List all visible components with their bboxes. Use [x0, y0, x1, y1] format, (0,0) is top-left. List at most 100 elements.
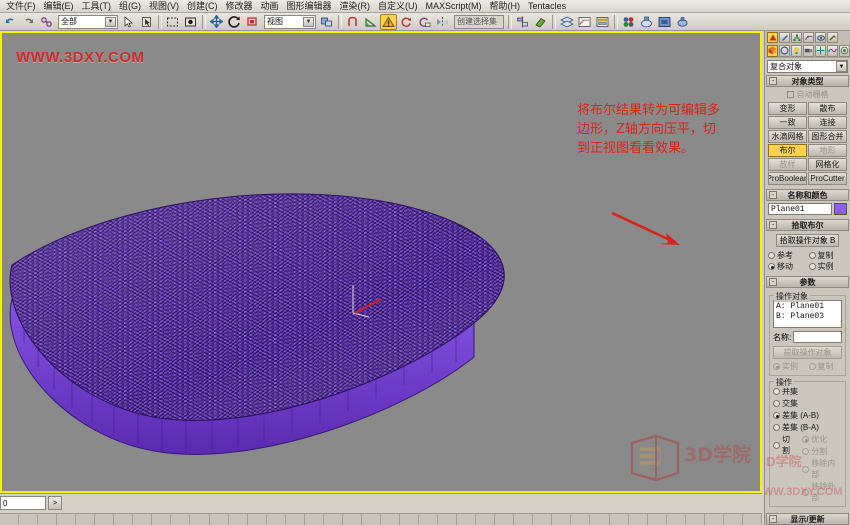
edit-named-selection-button[interactable] [416, 14, 433, 30]
morph-button[interactable]: 变形 [768, 102, 807, 115]
remove-inside-radio[interactable]: 移除内部 [802, 458, 842, 480]
select-and-scale-button[interactable] [244, 14, 261, 30]
helpers-cat[interactable] [815, 44, 826, 57]
percent-snap-button[interactable] [380, 13, 397, 30]
menu-item-views[interactable]: 视图(V) [145, 1, 183, 12]
operands-list[interactable]: A: Plane01 B: Plane03 [773, 300, 842, 328]
radio-icon[interactable] [773, 388, 780, 395]
rollout-parameters-header[interactable]: - 参数 [766, 276, 849, 288]
collapse-icon[interactable]: - [769, 515, 777, 523]
radio-icon[interactable] [773, 412, 780, 419]
instance-radio[interactable]: 实例 [808, 261, 848, 272]
schematic-view-button[interactable] [594, 14, 611, 30]
next-frame-button[interactable]: > [48, 496, 62, 510]
undo-button[interactable] [2, 14, 19, 30]
checkbox-icon[interactable] [786, 91, 794, 98]
viewport[interactable]: WWW.3DXY.COM 将布尔结果转为可编辑多边形，Z轴方向压平，切到正视图看… [0, 31, 762, 493]
loft-button[interactable]: 放样 [768, 158, 807, 171]
menu-item-maxscript[interactable]: MAXScript(M) [422, 1, 486, 12]
spinner-snap-button[interactable] [398, 14, 415, 30]
rollout-object-type-header[interactable]: - 对象类型 [766, 75, 849, 87]
select-region-button[interactable] [164, 14, 181, 30]
angle-snap-button[interactable] [362, 14, 379, 30]
radio-icon[interactable] [802, 448, 810, 455]
autogrid-checkbox[interactable]: 自动栅格 [768, 89, 847, 100]
subtraction-ba-radio[interactable]: 差集 (B-A) [773, 422, 842, 433]
utilities-tab[interactable] [827, 32, 838, 43]
boolean-button[interactable]: 布尔 [768, 144, 807, 157]
radio-icon[interactable] [768, 263, 775, 270]
chevron-down-icon[interactable]: ▼ [105, 16, 116, 27]
render-production-button[interactable] [674, 14, 691, 30]
redo-button[interactable] [20, 14, 37, 30]
copy-radio[interactable]: 复制 [808, 250, 848, 261]
boolean-result-mesh[interactable] [4, 181, 544, 491]
create-tab[interactable] [767, 32, 778, 43]
mesher-button[interactable]: 网格化 [808, 158, 847, 171]
geometry-cat[interactable] [767, 44, 778, 57]
radio-icon[interactable] [773, 441, 780, 449]
menu-item-animation[interactable]: 动画 [257, 1, 283, 12]
curve-editor-button[interactable] [576, 14, 593, 30]
transform-gizmo[interactable] [347, 283, 393, 327]
move-radio[interactable]: 移动 [768, 261, 807, 272]
cut-radio[interactable]: 切割 [773, 434, 797, 456]
extract-copy-radio[interactable]: 复制 [808, 361, 843, 372]
radio-icon[interactable] [773, 424, 780, 431]
operand-name-input[interactable] [793, 331, 842, 343]
pivot-center-button[interactable] [318, 14, 335, 30]
modify-tab[interactable] [779, 32, 790, 43]
radio-icon[interactable] [802, 488, 810, 496]
menu-item-customize[interactable]: 自定义(U) [374, 1, 422, 12]
lights-cat[interactable] [791, 44, 802, 57]
align-button[interactable] [514, 14, 531, 30]
motion-tab[interactable] [803, 32, 814, 43]
material-editor-button[interactable] [620, 14, 637, 30]
select-by-name-button[interactable] [138, 14, 155, 30]
display-tab[interactable] [815, 32, 826, 43]
render-setup-button[interactable] [638, 14, 655, 30]
shapemerge-button[interactable]: 图形合并 [808, 130, 847, 143]
menu-item-graph-editors[interactable]: 图形编辑器 [283, 1, 336, 12]
menu-item-tools[interactable]: 工具(T) [78, 1, 116, 12]
snap-toggle-button[interactable] [344, 14, 361, 30]
select-and-move-button[interactable] [208, 14, 225, 30]
scatter-button[interactable]: 散布 [808, 102, 847, 115]
radio-icon[interactable] [808, 363, 816, 370]
reference-coordinate-dropdown[interactable]: 视图 ▼ [264, 14, 316, 29]
operand-b-item[interactable]: B: Plane03 [776, 312, 839, 322]
systems-cat[interactable] [839, 44, 850, 57]
collapse-icon[interactable]: - [769, 191, 777, 199]
subtraction-ab-radio[interactable]: 差集 (A-B) [773, 410, 842, 421]
radio-icon[interactable] [808, 263, 816, 270]
cameras-cat[interactable] [803, 44, 814, 57]
rollout-name-and-color-header[interactable]: - 名称和颜色 [766, 189, 849, 201]
mirror-button[interactable] [434, 14, 451, 30]
radio-icon[interactable] [802, 436, 810, 443]
current-frame-field[interactable]: 0 [0, 496, 46, 510]
menu-item-modifiers[interactable]: 修改器 [222, 1, 257, 12]
proboolean-button[interactable]: ProBoolean [768, 172, 807, 185]
menu-item-group[interactable]: 组(G) [115, 1, 145, 12]
selection-filter-dropdown[interactable]: 全部 ▼ [58, 14, 118, 29]
conform-button[interactable]: 一致 [768, 116, 807, 129]
rollout-display-update-header[interactable]: - 显示/更新 [766, 513, 849, 525]
collapse-icon[interactable]: - [769, 221, 777, 229]
layer-manager-button[interactable] [558, 14, 575, 30]
timeline-ruler[interactable] [0, 513, 762, 525]
radio-icon[interactable] [802, 465, 810, 473]
menu-item-create[interactable]: 创建(C) [183, 1, 222, 12]
procutter-button[interactable]: ProCutter [808, 172, 847, 185]
object-name-input[interactable]: Plane01 [768, 203, 832, 215]
collapse-icon[interactable]: - [769, 278, 777, 286]
select-and-link-button[interactable] [38, 14, 55, 30]
radio-icon[interactable] [768, 252, 775, 259]
chevron-down-icon[interactable]: ▼ [303, 16, 314, 27]
collapse-icon[interactable]: - [769, 77, 777, 85]
object-category-dropdown[interactable]: 复合对象 ▼ [767, 60, 848, 73]
radio-icon[interactable] [773, 400, 780, 407]
menu-item-rendering[interactable]: 渲染(R) [336, 1, 375, 12]
spacewarps-cat[interactable] [827, 44, 838, 57]
terrain-button[interactable]: 地形 [808, 144, 847, 157]
select-object-button[interactable] [120, 14, 137, 30]
